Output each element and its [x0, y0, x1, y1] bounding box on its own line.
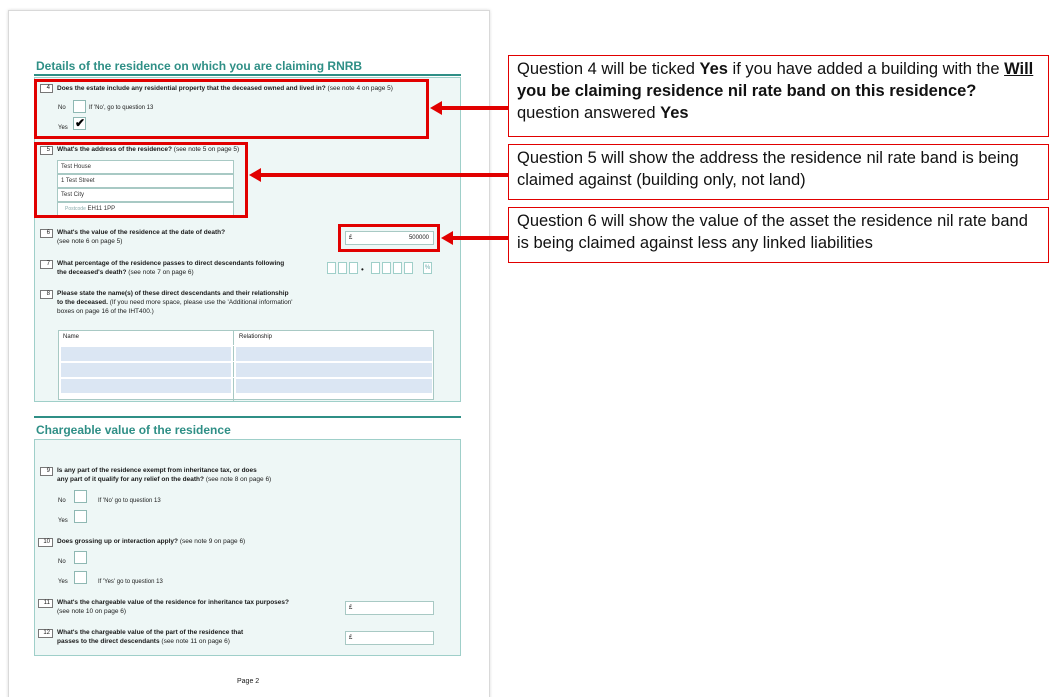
relationship-cell[interactable]: [236, 347, 432, 361]
q10-no-checkbox[interactable]: [74, 551, 87, 564]
question-number-12: 12: [38, 629, 53, 638]
percent-sign: %: [423, 262, 432, 274]
section-rule: [34, 74, 461, 76]
question-12-text: What's the chargeable value of the part …: [57, 629, 244, 645]
question-number-7: 7: [40, 260, 53, 269]
relationship-cell[interactable]: [236, 379, 432, 393]
name-cell[interactable]: [61, 347, 231, 361]
question-6-text: What's the value of the residence at the…: [57, 229, 226, 245]
col-name-header: Name: [63, 334, 80, 340]
name-cell[interactable]: [61, 379, 231, 393]
question-number-11: 11: [38, 599, 53, 608]
percentage-digit-1[interactable]: [327, 262, 336, 274]
question-10-text: Does grossing up or interaction apply? (…: [57, 538, 246, 545]
percentage-decimal-4[interactable]: [404, 262, 413, 274]
q9-yes-label: Yes: [58, 518, 68, 524]
section-title-chargeable: Chargeable value of the residence: [36, 423, 231, 437]
table-row: [59, 361, 433, 377]
question-number-6: 6: [40, 229, 53, 238]
highlight-question-6: [338, 224, 440, 252]
question-7-text: What percentage of the residence passes …: [57, 260, 285, 276]
col-relationship-header: Relationship: [239, 334, 273, 340]
q9-no-label: No: [58, 498, 66, 504]
percentage-decimal-3[interactable]: [393, 262, 402, 274]
callout-question-5: Question 5 will show the address the res…: [508, 144, 1049, 200]
question-11-text: What's the chargeable value of the resid…: [57, 599, 289, 615]
relationship-cell[interactable]: [236, 363, 432, 377]
q9-no-hint: If 'No' go to question 13: [98, 498, 161, 504]
highlight-question-4: [34, 79, 429, 139]
callout-question-4: Question 4 will be ticked Yes if you hav…: [508, 55, 1049, 137]
section-rule: [34, 416, 461, 418]
table-row: [59, 345, 433, 361]
question-number-8: 8: [40, 290, 53, 299]
percentage-digit-3[interactable]: [349, 262, 358, 274]
arrow-to-question-6: [452, 236, 508, 240]
section-title-details: Details of the residence on which you ar…: [36, 59, 363, 73]
q10-no-label: No: [58, 559, 66, 565]
q9-yes-checkbox[interactable]: [74, 510, 87, 523]
q10-yes-checkbox[interactable]: [74, 571, 87, 584]
arrow-to-question-5: [260, 173, 508, 177]
page-number: Page 2: [237, 678, 260, 685]
name-cell[interactable]: [61, 363, 231, 377]
percentage-digit-2[interactable]: [338, 262, 347, 274]
highlight-question-5: [34, 142, 248, 218]
percentage-decimal-1[interactable]: [371, 262, 380, 274]
q10-yes-label: Yes: [58, 579, 68, 585]
question-9-text: Is any part of the residence exempt from…: [57, 467, 272, 483]
question-8-text: Please state the name(s) of these direct…: [57, 290, 293, 315]
descendants-table: Name Relationship: [58, 330, 434, 401]
q9-no-checkbox[interactable]: [74, 490, 87, 503]
question-number-9: 9: [40, 467, 53, 476]
q10-yes-hint: If 'Yes' go to question 13: [98, 579, 163, 585]
chargeable-value-field[interactable]: £: [345, 601, 434, 615]
arrow-to-question-4: [441, 106, 508, 110]
table-row: [59, 377, 433, 393]
question-number-10: 10: [38, 538, 53, 547]
descendants-chargeable-value-field[interactable]: £: [345, 631, 434, 645]
decimal-point: •: [361, 265, 364, 274]
callout-question-6: Question 6 will show the value of the as…: [508, 207, 1049, 263]
percentage-decimal-2[interactable]: [382, 262, 391, 274]
table-header: Name Relationship: [59, 331, 433, 401]
